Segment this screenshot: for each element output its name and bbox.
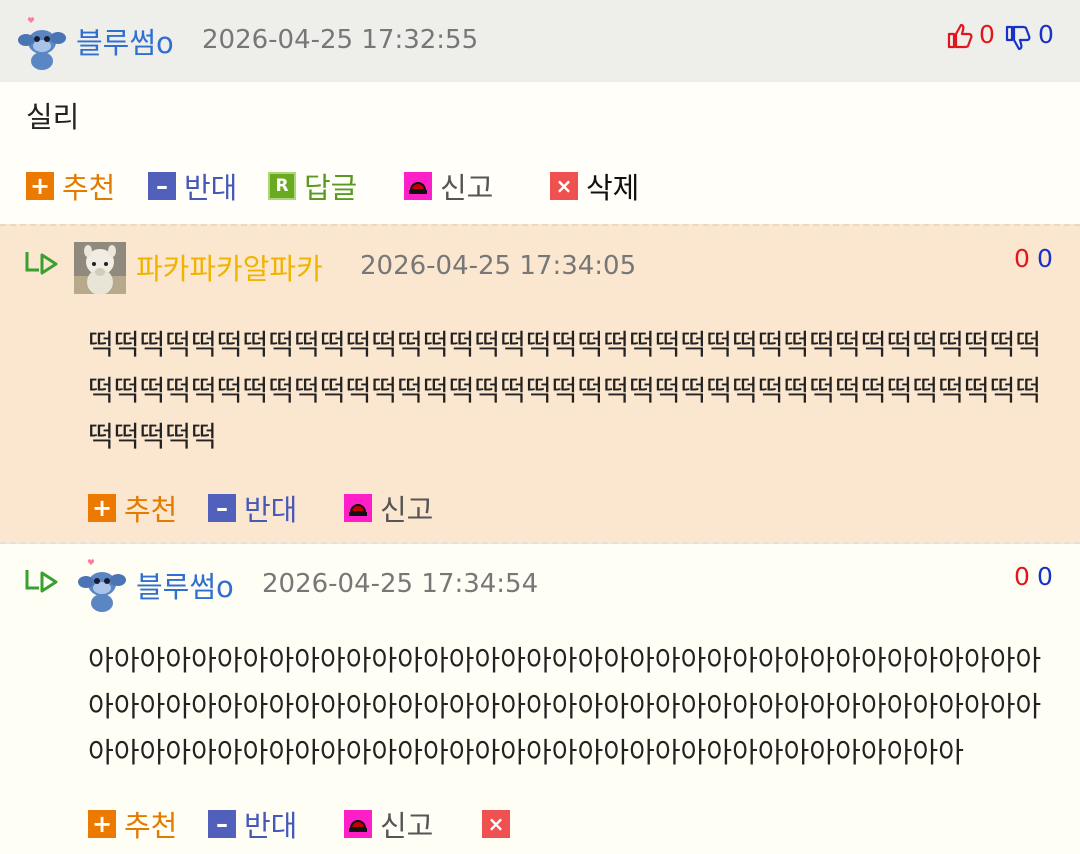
siren-icon [344, 494, 372, 522]
delete-label: 삭제 [586, 171, 640, 205]
reply-label: 답글 [304, 171, 358, 205]
comment-timestamp: 2026-04-25 17:32:55 [202, 25, 479, 55]
stitch-avatar-icon[interactable] [18, 16, 68, 72]
dislike-count: 0 [1038, 20, 1054, 49]
reply-comment: 파카파카알파카 2026-04-25 17:34:05 0 0 떡떡떡떡떡떡떡떡… [0, 224, 1080, 544]
comment-text: 실리 [26, 100, 80, 134]
like-count: 0 [1014, 244, 1030, 273]
recommend-label: 추천 [62, 171, 116, 205]
recommend-button[interactable]: + 추천 [26, 166, 115, 206]
comment-header: 블루썸o 2026-04-25 17:32:55 0 0 [0, 0, 1080, 82]
plus-icon: + [26, 172, 54, 200]
comment-timestamp: 2026-04-25 17:34:05 [360, 251, 637, 281]
close-icon: × [482, 810, 510, 838]
reply-comment: 블루썸o 2026-04-25 17:34:54 0 0 아아아아아아아아아아아… [0, 544, 1080, 854]
plus-icon: + [88, 810, 116, 838]
oppose-label: 반대 [244, 493, 298, 527]
siren-icon [344, 810, 372, 838]
oppose-button[interactable]: – 반대 [148, 166, 237, 206]
siren-icon [404, 172, 432, 200]
reply-arrow-icon [25, 252, 58, 275]
dislike-count: 0 [1037, 244, 1053, 273]
minus-icon: – [208, 494, 236, 522]
comment-author[interactable]: 블루썸o [136, 564, 234, 606]
recommend-label: 추천 [124, 493, 178, 527]
recommend-label: 추천 [124, 809, 178, 843]
delete-button[interactable]: × [482, 804, 518, 844]
report-button[interactable]: 신고 [344, 804, 433, 844]
dislike-count: 0 [1037, 562, 1053, 591]
comment-timestamp: 2026-04-25 17:34:54 [262, 569, 539, 599]
oppose-button[interactable]: – 반대 [208, 488, 297, 528]
report-label: 신고 [440, 171, 494, 205]
close-icon: × [550, 172, 578, 200]
like-count: 0 [979, 20, 995, 49]
recommend-button[interactable]: + 추천 [88, 804, 177, 844]
oppose-button[interactable]: – 반대 [208, 804, 297, 844]
minus-icon: – [208, 810, 236, 838]
comment-item: 실리 + 추천 – 반대 R 답글 신고 × 삭제 [0, 82, 1080, 224]
delete-button[interactable]: × 삭제 [550, 166, 639, 206]
report-button[interactable]: 신고 [404, 166, 493, 206]
plus-icon: + [88, 494, 116, 522]
alpaca-avatar-icon[interactable] [74, 242, 126, 294]
thumbs-down-icon[interactable] [1004, 24, 1032, 52]
minus-icon: – [148, 172, 176, 200]
report-button[interactable]: 신고 [344, 488, 433, 528]
oppose-label: 반대 [184, 171, 238, 205]
report-label: 신고 [380, 493, 434, 527]
comment-text: 떡떡떡떡떡떡떡떡떡떡떡떡떡떡떡떡떡떡떡떡떡떡떡떡떡떡떡떡떡떡떡떡떡떡떡떡떡떡떡떡… [88, 328, 1042, 453]
like-count: 0 [1014, 562, 1030, 591]
report-label: 신고 [380, 809, 434, 843]
comment-author[interactable]: 블루썸o [76, 20, 174, 62]
comment-author[interactable]: 파카파카알파카 [136, 246, 323, 288]
reply-arrow-icon [25, 570, 58, 593]
reply-button[interactable]: R 답글 [268, 166, 357, 206]
stitch-avatar-icon[interactable] [78, 558, 128, 614]
oppose-label: 반대 [244, 809, 298, 843]
comment-text: 아아아아아아아아아아아아아아아아아아아아아아아아아아아아아아아아아아아아아아아아… [88, 644, 1042, 769]
recommend-button[interactable]: + 추천 [88, 488, 177, 528]
thumbs-up-icon[interactable] [946, 22, 974, 50]
reply-r-icon: R [268, 172, 296, 200]
